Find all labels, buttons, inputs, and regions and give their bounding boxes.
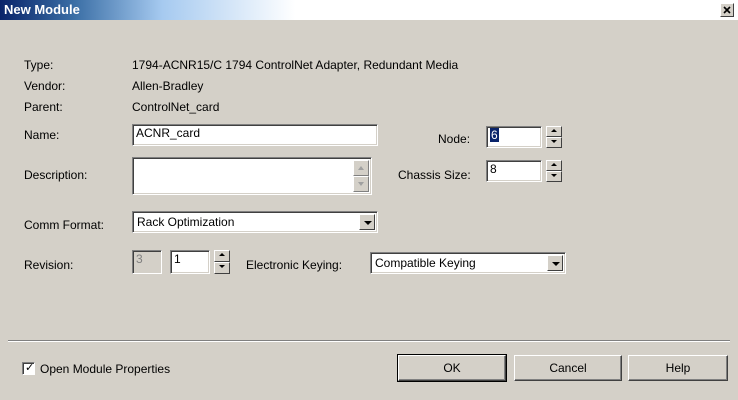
vendor-label: Vendor:	[24, 79, 66, 93]
description-scrollbar[interactable]	[353, 160, 369, 192]
revision-minor-value: 1	[174, 252, 181, 266]
comm-format-label: Comm Format:	[24, 218, 105, 232]
chevron-down-icon	[364, 221, 372, 225]
close-icon	[723, 6, 731, 14]
open-module-properties-checkbox[interactable]: ✓	[22, 362, 35, 375]
window-title: New Module	[4, 2, 80, 17]
close-button[interactable]	[720, 3, 734, 17]
revision-major-value: 3	[136, 252, 143, 266]
comm-format-value: Rack Optimization	[137, 215, 235, 229]
scroll-down-arrow-icon	[358, 182, 364, 186]
chassis-size-field[interactable]: 8	[486, 160, 542, 182]
chassis-size-spinner[interactable]	[546, 160, 562, 182]
chevron-down-icon	[552, 262, 560, 266]
node-spin-down-button[interactable]	[546, 137, 562, 148]
name-field-value: ACNR_card	[136, 126, 201, 140]
revision-spin-down-button[interactable]	[214, 262, 230, 274]
ok-button[interactable]: OK	[397, 354, 507, 382]
comm-format-dropdown-button[interactable]	[359, 214, 375, 230]
scroll-down-button[interactable]	[353, 176, 369, 192]
revision-minor-spinner[interactable]	[214, 250, 230, 274]
node-spin-up-button[interactable]	[546, 126, 562, 137]
parent-value: ControlNet_card	[132, 100, 220, 114]
type-value: 1794-ACNR15/C 1794 ControlNet Adapter, R…	[132, 58, 459, 72]
title-bar[interactable]: New Module	[0, 0, 738, 20]
chassis-spin-up-button[interactable]	[546, 160, 562, 171]
revision-spin-up-button[interactable]	[214, 250, 230, 262]
scroll-up-arrow-icon	[358, 166, 364, 170]
node-label: Node:	[438, 132, 471, 146]
type-label: Type:	[24, 58, 54, 72]
new-module-dialog: New Module Type: 1794-ACNR15/C 1794 Cont…	[0, 0, 738, 400]
chassis-size-value: 8	[490, 162, 497, 176]
spin-down-arrow-icon	[551, 140, 557, 143]
help-button[interactable]: Help	[628, 355, 728, 381]
electronic-keying-value: Compatible Keying	[375, 256, 476, 270]
node-field[interactable]: 6	[486, 126, 542, 148]
node-field-value: 6	[490, 128, 499, 142]
chassis-spin-down-button[interactable]	[546, 171, 562, 182]
checkmark-icon: ✓	[25, 362, 35, 374]
cancel-button[interactable]: Cancel	[514, 355, 622, 381]
revision-minor-field[interactable]: 1	[170, 250, 210, 274]
electronic-keying-dropdown-button[interactable]	[547, 255, 563, 271]
spin-down-arrow-icon	[219, 265, 225, 268]
chassis-size-label: Chassis Size:	[398, 168, 471, 182]
electronic-keying-select[interactable]: Compatible Keying	[370, 252, 566, 274]
scroll-up-button[interactable]	[353, 160, 369, 176]
spin-up-arrow-icon	[219, 253, 225, 256]
open-module-properties-label[interactable]: Open Module Properties	[40, 362, 170, 376]
electronic-keying-label: Electronic Keying:	[246, 258, 343, 272]
revision-major-field: 3	[132, 250, 162, 274]
comm-format-select[interactable]: Rack Optimization	[132, 211, 378, 233]
description-label: Description:	[24, 168, 88, 182]
name-field[interactable]: ACNR_card	[132, 124, 378, 146]
node-spinner[interactable]	[546, 126, 562, 148]
spin-down-arrow-icon	[551, 174, 557, 177]
name-label: Name:	[24, 128, 60, 142]
footer-separator	[8, 340, 730, 342]
revision-label: Revision:	[24, 258, 74, 272]
spin-up-arrow-icon	[551, 163, 557, 166]
parent-label: Parent:	[24, 100, 63, 114]
description-field[interactable]	[132, 157, 372, 195]
spin-up-arrow-icon	[551, 129, 557, 132]
vendor-value: Allen-Bradley	[132, 79, 204, 93]
